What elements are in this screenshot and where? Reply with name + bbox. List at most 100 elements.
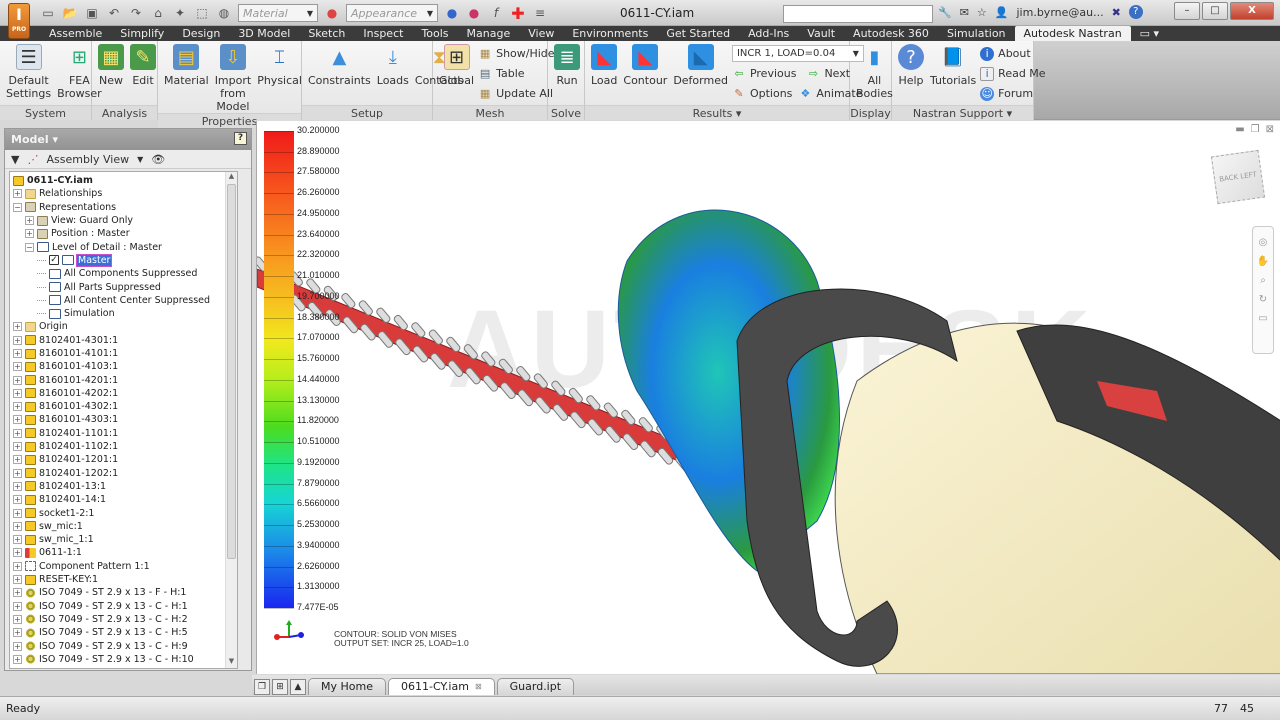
maximize-button[interactable]: □	[1202, 2, 1228, 20]
tree-node[interactable]: + Relationships	[13, 187, 237, 200]
clear-appearance-icon[interactable]: ●	[466, 5, 482, 21]
tree-node[interactable]: + sw_mic:1	[13, 520, 237, 533]
new-analysis-button[interactable]: ▦ New	[96, 44, 126, 105]
about-button[interactable]: i About	[980, 45, 1045, 62]
tree-node[interactable]: All Parts Suppressed	[13, 280, 237, 293]
load-results-button[interactable]: ◣ Load	[589, 44, 619, 105]
expand-icon[interactable]: +	[13, 402, 22, 412]
increment-select[interactable]: INCR 1, LOAD=0.04 ▼	[731, 45, 864, 62]
scroll-up-icon[interactable]: ▲	[226, 172, 237, 183]
ribbon-tab-environments[interactable]: Environments	[563, 26, 657, 41]
ribbon-tab-autodesk-nastran[interactable]: Autodesk Nastran	[1014, 26, 1131, 41]
all-bodies-button[interactable]: ▮ All Bodies	[854, 44, 895, 105]
home-icon[interactable]: ⌂	[150, 5, 166, 21]
open-icon[interactable]: 📂	[62, 5, 78, 21]
tab-list-icon[interactable]: ▲	[290, 679, 306, 695]
expand-icon[interactable]: +	[13, 415, 22, 425]
viewcube[interactable]: BACK LEFT	[1210, 149, 1266, 205]
ribbon-tab-sketch[interactable]: Sketch	[299, 26, 354, 41]
ribbon-tab-get-started[interactable]: Get Started	[657, 26, 739, 41]
assembly-view-select[interactable]: Assembly View	[46, 153, 129, 166]
help-icon[interactable]: ?	[1128, 5, 1143, 19]
graphics-viewport[interactable]: ▬ ❐ ⊠ AUTODESK CONTOUR: SOLID VON MISES …	[256, 121, 1280, 674]
find-binoculars-icon[interactable]: 👁	[151, 153, 165, 166]
tree-scrollbar[interactable]: ▲ ▼	[225, 172, 237, 668]
ribbon-tab-simulation[interactable]: Simulation	[938, 26, 1015, 41]
tree-node[interactable]: + ISO 7049 - ST 2.9 x 13 - C - H:1	[13, 600, 237, 613]
parameters-icon[interactable]: f	[488, 5, 504, 21]
tree-node[interactable]: +8102401-14:1	[13, 493, 237, 506]
document-tab[interactable]: 0611-CY.iam ⊠	[387, 678, 495, 695]
edit-analysis-button[interactable]: ✎ Edit	[128, 44, 158, 105]
expand-icon[interactable]: +	[13, 508, 22, 518]
expand-icon[interactable]: +	[13, 455, 22, 465]
expand-icon[interactable]: +	[13, 495, 22, 505]
ribbon-tab-tools[interactable]: Tools	[412, 26, 457, 41]
expand-icon[interactable]: +	[13, 362, 22, 372]
favorites-star-icon[interactable]: ☆	[977, 6, 987, 19]
expand-icon[interactable]: +	[13, 521, 22, 531]
update-icon[interactable]: ✦	[172, 5, 188, 21]
expand-icon[interactable]: +	[13, 588, 22, 598]
new-file-icon[interactable]: ▭	[40, 5, 56, 21]
expand-icon[interactable]: +	[13, 322, 22, 332]
tree-node[interactable]: +8102401-4301:1	[13, 334, 237, 347]
expand-icon[interactable]: +	[13, 614, 22, 624]
default-settings-button[interactable]: ☰ Default Settings	[4, 44, 53, 105]
expand-icon[interactable]: +	[13, 548, 22, 558]
ribbon-tab-assemble[interactable]: Assemble	[40, 26, 111, 41]
expand-icon[interactable]: +	[13, 388, 22, 398]
expand-icon[interactable]: +	[13, 575, 22, 585]
tree-node[interactable]: All Content Center Suppressed	[13, 294, 237, 307]
expand-icon[interactable]: +	[13, 442, 22, 452]
ribbon-tab-autodesk-360[interactable]: Autodesk 360	[844, 26, 938, 41]
expand-icon[interactable]: +	[13, 375, 22, 385]
subscription-icon[interactable]: ✉	[960, 6, 969, 19]
exchange-icon[interactable]: ✖	[1112, 6, 1121, 19]
expand-icon[interactable]: +	[13, 561, 22, 571]
tree-node[interactable]: +8102401-1101:1	[13, 427, 237, 440]
mesh-table-button[interactable]: ▤ Table	[478, 65, 554, 82]
tree-node[interactable]: − Representations	[13, 201, 237, 214]
material-select[interactable]: Material ▼	[238, 4, 318, 22]
tree-node[interactable]: + ISO 7049 - ST 2.9 x 13 - C - H:5	[13, 626, 237, 639]
update-all-mesh-button[interactable]: ▦ Update All	[478, 85, 554, 102]
tree-node[interactable]: + Origin	[13, 320, 237, 333]
adjust-appearance-icon[interactable]: ●	[444, 5, 460, 21]
ribbon-tab-add-ins[interactable]: Add-Ins	[739, 26, 798, 41]
previous-button[interactable]: ⇦ Previous	[732, 65, 796, 82]
tree-node[interactable]: +8160101-4101:1	[13, 347, 237, 360]
loads-button[interactable]: ⤓ Loads	[375, 44, 411, 105]
expand-icon[interactable]: +	[13, 481, 22, 491]
tree-node[interactable]: +8160101-4201:1	[13, 373, 237, 386]
ribbon-tab-3d-model[interactable]: 3D Model	[229, 26, 299, 41]
expand-icon[interactable]: +	[13, 349, 22, 358]
panel-title-results[interactable]: Results ▾	[585, 105, 849, 120]
expand-icon[interactable]: +	[13, 601, 22, 611]
expand-icon[interactable]: +	[13, 654, 22, 664]
application-menu-button[interactable]: I PRO	[8, 3, 30, 39]
ribbon-tab-design[interactable]: Design	[173, 26, 229, 41]
wrench-icon[interactable]: 🔧	[938, 6, 952, 19]
tree-node[interactable]: +0611-1:1	[13, 546, 237, 559]
tree-node[interactable]: +8102401-1201:1	[13, 453, 237, 466]
ribbon-tab-inspect[interactable]: Inspect	[354, 26, 412, 41]
forum-button[interactable]: ☺ Forum	[980, 85, 1045, 102]
tree-node[interactable]: +8160101-4303:1	[13, 413, 237, 426]
expand-icon[interactable]: +	[13, 641, 22, 651]
pan-hand-icon[interactable]: ✋	[1257, 256, 1269, 267]
appearance-select[interactable]: Appearance ▼	[346, 4, 438, 22]
steering-wheel-icon[interactable]: ◎	[1259, 237, 1268, 248]
tree-node[interactable]: +8160101-4302:1	[13, 400, 237, 413]
undo-icon[interactable]: ↶	[106, 5, 122, 21]
tree-node[interactable]: + sw_mic_1:1	[13, 533, 237, 546]
tree-node[interactable]: + ISO 7049 - ST 2.9 x 13 - C - H:12	[13, 666, 237, 668]
close-tab-icon[interactable]: ⊠	[475, 679, 482, 695]
expand-icon[interactable]: +	[13, 535, 22, 545]
tree-node[interactable]: + socket1-2:1	[13, 506, 237, 519]
active-checkbox-icon[interactable]: ✓	[49, 255, 59, 266]
tree-node[interactable]: + ISO 7049 - ST 2.9 x 13 - C - H:9	[13, 639, 237, 652]
browser-help-icon[interactable]: ?	[234, 132, 247, 145]
tree-node[interactable]: + View: Guard Only	[13, 214, 237, 227]
global-mesh-button[interactable]: ⊞ Global	[437, 44, 476, 105]
